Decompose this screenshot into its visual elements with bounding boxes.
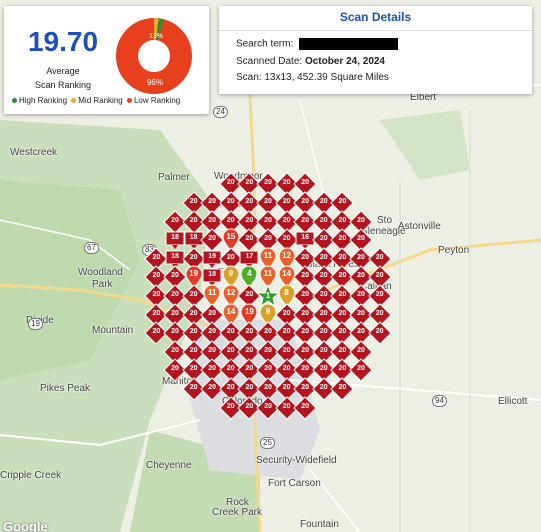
scan-size-row: Scan: 13x13, 452.39 Square Miles — [236, 72, 389, 83]
ranking-donut-chart: 13% 96% — [116, 18, 192, 94]
place-label-ellicott: Ellicott — [498, 396, 528, 407]
donut-top-label: 13% — [149, 33, 163, 40]
average-ranking-value: 19.70 — [27, 26, 99, 57]
legend-mid-dot — [71, 98, 77, 104]
donut-main-label: 96% — [147, 78, 163, 87]
ranking-legend: High Ranking Mid Ranking Low Ranking — [10, 96, 210, 105]
scanned-date-value: October 24, 2024 — [304, 56, 385, 67]
legend-low: Low Ranking — [125, 96, 180, 105]
legend-mid: Mid Ranking — [69, 96, 123, 105]
place-label-fountain: Fountain — [300, 519, 339, 530]
highway-19-shield: 19 — [28, 318, 43, 330]
rank-pin-label: 20 — [338, 198, 347, 205]
scan-details-title: Scan Details — [339, 10, 412, 24]
scan-details-divider — [219, 30, 532, 31]
legend-low-dot — [126, 98, 132, 104]
place-label-cripple-creek: Cripple Creek — [0, 470, 62, 481]
search-term-label: Search term: — [236, 38, 294, 50]
average-ranking-label-line2: Scan Ranking — [34, 80, 92, 90]
rank-pin-20[interactable]: 20 — [293, 395, 317, 420]
place-label-pikes-peak: Pikes Peak — [40, 383, 91, 394]
place-label-mountain: Mountain — [92, 325, 134, 336]
place-label-astonville: Astonville — [398, 221, 441, 232]
donut-hole — [140, 42, 168, 70]
scanned-date-row: Scanned Date: October 24, 2024 — [236, 56, 385, 67]
rank-pin-label: 20 — [338, 384, 347, 391]
place-label-cheyenne: Cheyenne — [146, 460, 192, 471]
place-label-fort-carson: Fort Carson — [268, 478, 321, 489]
place-label-creek-park: Creek Park — [212, 507, 263, 518]
highway-94-shield: 94 — [432, 395, 447, 407]
place-label-sto: Sto — [377, 215, 393, 226]
rank-pin-label: 20 — [301, 179, 310, 187]
rank-pin-label: 20 — [375, 291, 384, 298]
google-logo: Google — [3, 519, 48, 532]
rank-pin-label: 20 — [375, 272, 384, 280]
average-ranking-label-line1: Average — [46, 66, 80, 76]
search-term-row: Search term: — [236, 38, 399, 50]
scanned-date-label: Scanned Date: — [236, 56, 303, 67]
rank-pin-label: 20 — [375, 328, 384, 336]
place-label-peyton: Peyton — [438, 245, 470, 256]
rank-pin-label: 20 — [357, 216, 365, 224]
place-label-woodland: Woodland — [78, 267, 123, 278]
highway-67-shield: 67 — [84, 242, 99, 254]
rank-pin-label: 20 — [357, 365, 365, 373]
highway-24-shield: 24 — [213, 106, 228, 118]
rank-pin-label: 20 — [357, 346, 365, 354]
average-ranking-label: Average Scan Ranking — [20, 64, 106, 92]
highway-25-shield: 25 — [260, 437, 275, 449]
rank-pin-label: 20 — [357, 235, 365, 243]
scan-details-card: Scan Details Search term: Scanned Date: … — [219, 6, 532, 94]
place-label-park: Park — [92, 279, 113, 290]
legend-high: High Ranking — [10, 96, 67, 105]
place-label-security-widefield: Security-Widefield — [256, 455, 337, 466]
legend-high-dot — [12, 98, 17, 104]
scan-size-value: 13x13, 452.39 Square Miles — [264, 72, 389, 83]
rank-pin-20[interactable]: 20 — [330, 377, 355, 401]
rank-pin-label: 20 — [375, 309, 384, 317]
rank-pin-label: 20 — [301, 402, 310, 410]
average-ranking-card: 19.70 Average Scan Ranking 13% 96% High … — [4, 6, 209, 114]
redacted-search-term — [299, 38, 399, 50]
scan-size-label: Scan: — [236, 72, 262, 83]
rank-pin-label: 20 — [375, 253, 384, 261]
donut-high-segment — [155, 18, 164, 41]
place-label-palmer: Palmer — [158, 172, 190, 183]
place-label-westcreek: Westcreek — [10, 147, 58, 158]
